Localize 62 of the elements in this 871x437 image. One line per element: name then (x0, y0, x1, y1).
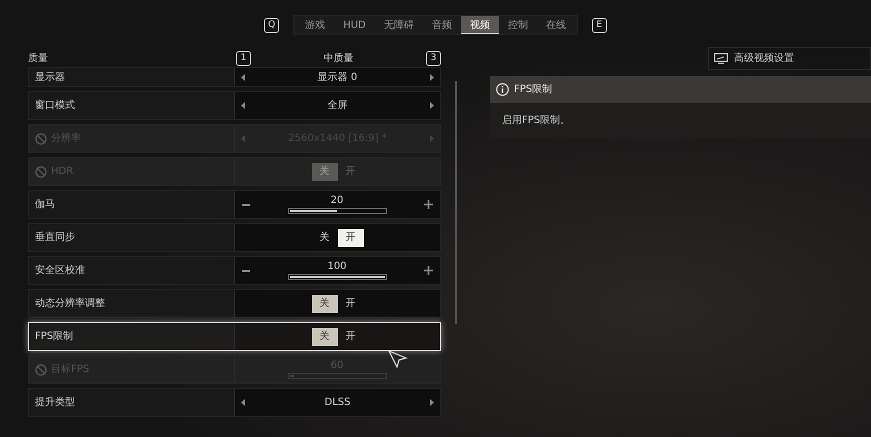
setting-row[interactable]: 动态分辨率调整 关 开 (28, 289, 441, 318)
key-hint: E (592, 18, 607, 32)
minus-icon[interactable] (242, 270, 250, 272)
key-hint: 1 (236, 51, 251, 66)
tab[interactable]: HUD (334, 16, 375, 34)
toggle-option[interactable]: 开 (338, 328, 364, 346)
preset-value: 中质量 (322, 52, 354, 66)
setting-row[interactable]: 垂直同步 关 开 (28, 223, 441, 252)
right-arrow-icon[interactable] (430, 399, 434, 406)
setting-row[interactable]: 安全区校准 100 (28, 256, 441, 285)
setting-row[interactable]: 窗口模式 全屏 (28, 91, 441, 120)
setting-label: 安全区校准 (35, 264, 85, 278)
scrollbar[interactable] (455, 81, 457, 324)
minus-icon[interactable] (242, 204, 250, 206)
left-arrow-icon[interactable] (241, 102, 245, 109)
slider-value: 20 (330, 195, 344, 207)
tab[interactable]: 控制 (498, 16, 537, 34)
disabled-icon (35, 132, 47, 144)
setting-label: FPS限制 (35, 330, 74, 344)
info-description: 启用FPS限制。 (502, 114, 570, 128)
setting-label: 窗口模式 (35, 98, 75, 113)
option-value: DLSS (324, 396, 350, 410)
tab[interactable]: 无障碍 (374, 16, 423, 34)
setting-label: 提升类型 (35, 396, 75, 410)
slider-value: 100 (327, 261, 347, 273)
right-arrow-icon[interactable] (430, 102, 434, 109)
setting-label: 显示器 (35, 70, 65, 84)
slider-track[interactable] (288, 274, 386, 280)
toggle-option[interactable]: 关 (312, 228, 338, 246)
toggle-option[interactable]: 开 (338, 228, 364, 246)
preset-label: 质量 (28, 52, 49, 66)
toggle-option[interactable]: 开 (338, 294, 364, 312)
left-arrow-icon[interactable] (241, 74, 245, 80)
mouse-cursor-icon (388, 350, 408, 370)
key-hint: Q (264, 18, 280, 32)
disabled-icon (35, 364, 47, 376)
toggle-option[interactable]: 关 (312, 328, 338, 346)
plus-icon[interactable] (424, 200, 433, 209)
monitor-icon (714, 53, 728, 64)
setting-row[interactable]: 显示器 显示器 0 (28, 67, 441, 87)
right-arrow-icon[interactable] (430, 74, 434, 80)
tab[interactable]: 音频 (422, 16, 461, 34)
info-title: FPS限制 (514, 82, 552, 97)
setting-row[interactable]: 提升类型 DLSS (28, 388, 441, 417)
tab[interactable]: 视频 (460, 16, 499, 34)
tab[interactable]: 游戏 (296, 16, 334, 34)
plus-icon[interactable] (424, 266, 433, 275)
slider-track[interactable] (288, 208, 386, 214)
disabled-icon (35, 166, 47, 178)
setting-label: 伽马 (35, 198, 55, 212)
advanced-video-settings-button[interactable]: 高级视频设置 (708, 47, 871, 70)
tab[interactable]: 在线 (536, 16, 575, 34)
info-icon (496, 83, 509, 96)
setting-row[interactable]: FPS限制 关 开 (28, 322, 441, 351)
setting-row[interactable]: 伽马 20 (28, 190, 441, 219)
setting-label: 动态分辨率调整 (35, 296, 105, 311)
key-hint: 3 (426, 51, 441, 66)
option-value: 显示器 0 (318, 70, 358, 84)
left-arrow-icon[interactable] (241, 399, 245, 406)
toggle-option[interactable]: 关 (312, 294, 338, 312)
option-value: 全屏 (328, 99, 348, 113)
setting-label: 垂直同步 (35, 230, 75, 245)
